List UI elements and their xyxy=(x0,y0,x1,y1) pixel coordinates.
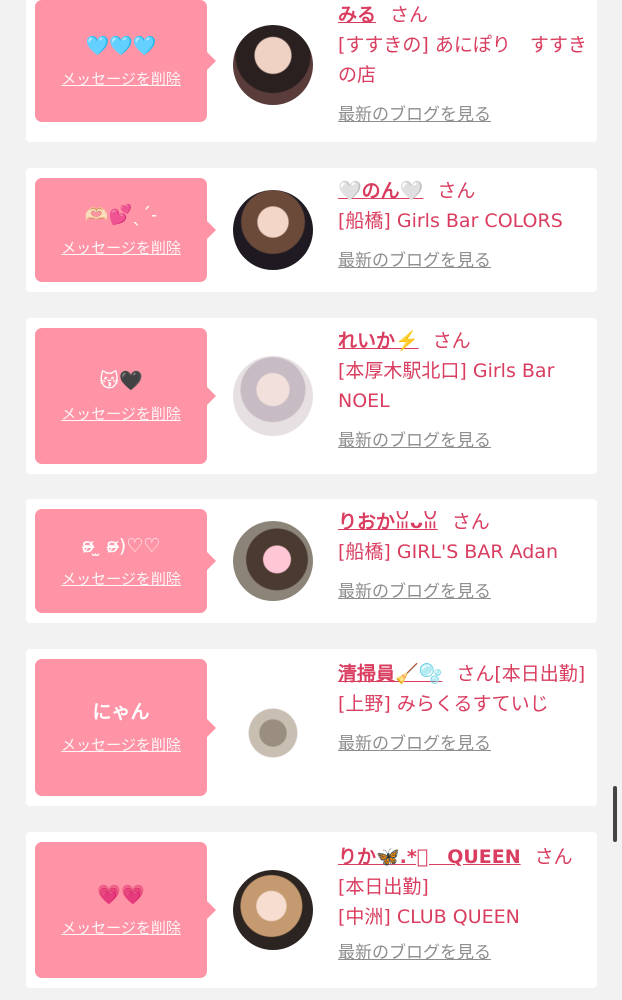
profile-name-link[interactable]: 🤍のん🤍 xyxy=(338,180,423,202)
avatar[interactable] xyxy=(233,870,313,950)
shop-name: [すすきの] あにぽり すすきの店 xyxy=(338,34,587,86)
delete-message-link[interactable]: メッセージを削除 xyxy=(61,403,181,424)
latest-blog-link[interactable]: 最新のブログを見る xyxy=(338,729,491,754)
message-bubble: 🫶🏻💕ˎˊ˗ メッセージを削除 xyxy=(35,178,216,282)
avatar[interactable] xyxy=(233,190,313,270)
honorific: さん xyxy=(456,663,495,685)
delete-message-link[interactable]: メッセージを削除 xyxy=(61,237,181,258)
avatar[interactable] xyxy=(233,689,313,769)
latest-blog-link[interactable]: 最新のブログを見る xyxy=(338,246,491,271)
shop-name: [上野] みらくるすていじ xyxy=(338,693,549,715)
message-bubble: 💗💗 メッセージを削除 xyxy=(35,842,216,978)
profile-name-link[interactable]: れいか⚡️ xyxy=(338,330,419,352)
shop-name: [中洲] CLUB QUEEN xyxy=(338,906,520,928)
profile-name-link[interactable]: りか🦋.*ﾟ QUEEN xyxy=(338,846,521,868)
honorific: さん xyxy=(390,4,429,26)
honorific: さん xyxy=(534,846,573,868)
honorific: さん xyxy=(432,330,471,352)
honorific: さん xyxy=(451,511,490,533)
delete-message-link[interactable]: メッセージを削除 xyxy=(61,568,181,589)
profile-name-link[interactable]: りおかꈍᴗꈍ xyxy=(338,511,438,533)
scrollbar[interactable] xyxy=(613,786,617,842)
shop-name: [船橋] Girls Bar COLORS xyxy=(338,210,563,232)
honorific: さん xyxy=(437,180,476,202)
shop-name: [本厚木駅北口] Girls Bar NOEL xyxy=(338,360,555,412)
message-text: にゃん xyxy=(92,701,150,723)
favorite-card: にゃん メッセージを削除 清掃員🧹🫧 さん[本日出勤] [上野] みらくるすていじ… xyxy=(26,649,597,806)
message-text: 💗💗 xyxy=(97,883,145,906)
favorite-card: ʚ̴̶̷ ̫ ʚ̴̶̷)♡♡ メッセージを削除 りおかꈍᴗꈍ さん [船橋] GI… xyxy=(26,499,597,623)
delete-message-link[interactable]: メッセージを削除 xyxy=(61,68,181,89)
favorite-card: 🩵🩵🩵 メッセージを削除 みる さん [すすきの] あにぽり すすきの店 最新のブ… xyxy=(26,0,597,142)
latest-blog-link[interactable]: 最新のブログを見る xyxy=(338,426,491,451)
delete-message-link[interactable]: メッセージを削除 xyxy=(61,734,181,755)
profile-name-link[interactable]: みる xyxy=(338,4,376,26)
work-status: [本日出勤] xyxy=(494,663,586,685)
message-bubble: 🩵🩵🩵 メッセージを削除 xyxy=(35,0,216,122)
message-bubble: ʚ̴̶̷ ̫ ʚ̴̶̷)♡♡ メッセージを削除 xyxy=(35,509,216,613)
shop-name: [船橋] GIRL'S BAR Adan xyxy=(338,541,558,563)
favorite-card: 💗💗 メッセージを削除 りか🦋.*ﾟ QUEEN さん [本日出勤] [中洲] C… xyxy=(26,832,597,988)
avatar[interactable] xyxy=(233,521,313,601)
message-text: 😽🖤 xyxy=(99,369,143,392)
latest-blog-link[interactable]: 最新のブログを見る xyxy=(338,577,491,602)
message-text: 🫶🏻💕ˎˊ˗ xyxy=(84,203,158,226)
delete-message-link[interactable]: メッセージを削除 xyxy=(61,917,181,938)
latest-blog-link[interactable]: 最新のブログを見る xyxy=(338,938,491,963)
favorite-card: 🫶🏻💕ˎˊ˗ メッセージを削除 🤍のん🤍 さん [船橋] Girls Bar CO… xyxy=(26,168,597,292)
favorite-card: 😽🖤 メッセージを削除 れいか⚡️ さん [本厚木駅北口] Girls Bar N… xyxy=(26,318,597,474)
message-text: 🩵🩵🩵 xyxy=(85,34,157,57)
message-text: ʚ̴̶̷ ̫ ʚ̴̶̷)♡♡ xyxy=(81,534,161,557)
message-bubble: 😽🖤 メッセージを削除 xyxy=(35,328,216,464)
latest-blog-link[interactable]: 最新のブログを見る xyxy=(338,100,491,125)
message-bubble: にゃん メッセージを削除 xyxy=(35,659,216,796)
profile-name-link[interactable]: 清掃員🧹🫧 xyxy=(338,663,442,685)
avatar[interactable] xyxy=(233,356,313,436)
avatar[interactable] xyxy=(233,25,313,105)
work-status: [本日出勤] xyxy=(338,876,429,898)
